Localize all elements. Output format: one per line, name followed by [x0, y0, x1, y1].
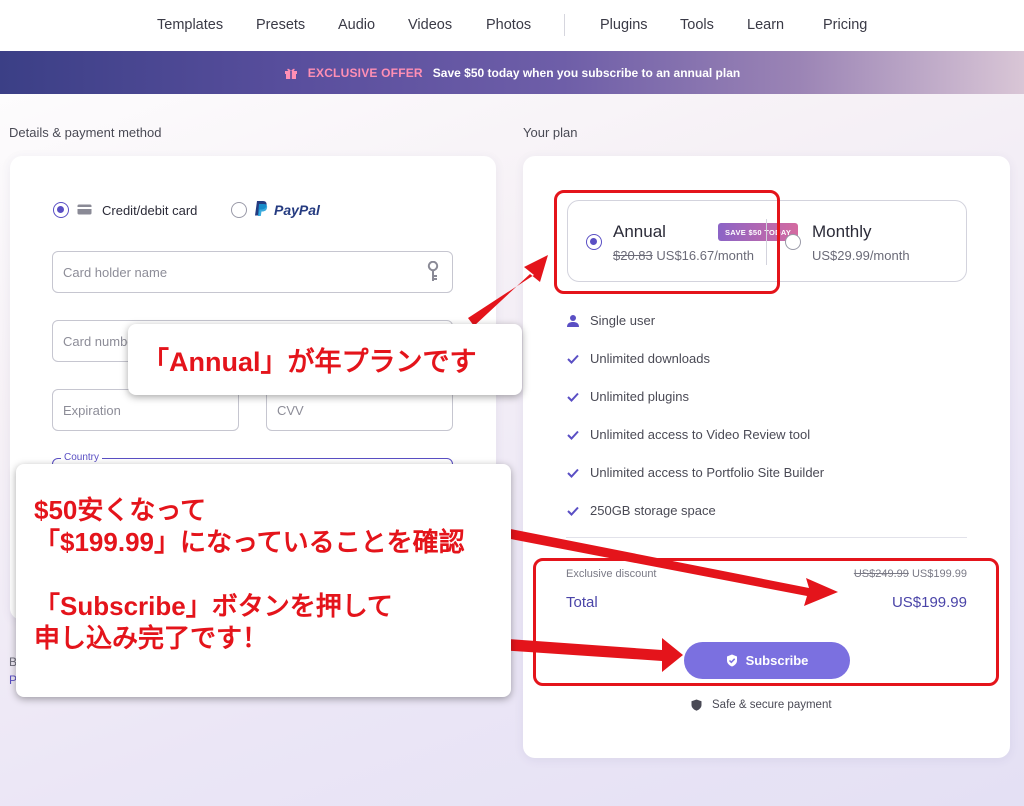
check-icon [567, 506, 579, 516]
nav-pricing[interactable]: Pricing [823, 17, 867, 33]
feature-plugins: Unlimited plugins [566, 389, 689, 404]
plan-section-title: Your plan [523, 125, 578, 140]
confirm-callout: $50安くなって 「$199.99」になっていることを確認 「Subscribe… [16, 464, 511, 697]
feature-text: 250GB storage space [590, 503, 716, 518]
user-icon [567, 314, 579, 327]
paypal-label: PayPal [274, 202, 320, 218]
offer-banner: EXCLUSIVE OFFER Save $50 today when you … [0, 51, 1024, 94]
offer-text: Save $50 today when you subscribe to an … [432, 65, 741, 80]
expiration-placeholder: Expiration [63, 402, 121, 418]
monthly-plan-label: Monthly [812, 222, 872, 241]
nav-divider [564, 14, 565, 36]
confirm-callout-line4: 申し込み完了です！ [34, 623, 269, 653]
nav-presets[interactable]: Presets [256, 17, 305, 33]
cvv-placeholder: CVV [277, 402, 304, 418]
annual-highlight-box [554, 190, 780, 294]
nav-audio[interactable]: Audio [338, 17, 375, 33]
confirm-callout-line3: 「Subscribe」ボタンを押して [34, 591, 393, 621]
annual-callout: 「Annual」が年プランです [128, 324, 522, 395]
nav-tools[interactable]: Tools [680, 17, 714, 33]
feature-single-user: Single user [566, 313, 655, 328]
cvv-input[interactable]: CVV [266, 389, 453, 431]
nav-videos[interactable]: Videos [408, 17, 452, 33]
secure-payment-text: Safe & secure payment [712, 699, 832, 711]
feature-text: Unlimited access to Portfolio Site Build… [590, 465, 825, 480]
nav-learn[interactable]: Learn [747, 17, 784, 33]
total-highlight-box [533, 558, 999, 686]
check-icon [567, 468, 579, 478]
paypal-method-radio[interactable] [231, 202, 247, 218]
feature-text: Unlimited downloads [590, 351, 710, 366]
confirm-callout-spacer [34, 558, 511, 590]
feature-portfolio: Unlimited access to Portfolio Site Build… [566, 465, 824, 480]
monthly-plan-radio[interactable] [785, 234, 801, 250]
exclusive-offer-label: EXCLUSIVE OFFER [307, 65, 423, 80]
key-icon [427, 261, 439, 281]
annual-callout-text: 「Annual」が年プランです [142, 347, 477, 377]
summary-divider [566, 537, 967, 538]
top-navigation: Templates Presets Audio Videos Photos Pl… [0, 0, 1024, 51]
feature-text: Single user [590, 313, 656, 328]
check-icon [567, 354, 579, 364]
feature-storage: 250GB storage space [566, 503, 716, 518]
secure-payment-note: Safe & secure payment [691, 699, 832, 711]
nav-photos[interactable]: Photos [486, 17, 531, 33]
payment-section-title: Details & payment method [9, 125, 162, 140]
confirm-callout-line2: 「$199.99」になっていることを確認 [34, 527, 465, 557]
feature-text: Unlimited plugins [590, 389, 689, 404]
country-label: Country [61, 452, 103, 463]
nav-plugins[interactable]: Plugins [600, 17, 648, 33]
check-icon [567, 392, 579, 402]
monthly-plan-price: US$29.99/month [812, 248, 910, 263]
feature-text: Unlimited access to Video Review tool [590, 427, 811, 442]
nav-templates[interactable]: Templates [157, 17, 223, 33]
paypal-logo-icon [255, 201, 268, 216]
expiration-input[interactable]: Expiration [52, 389, 239, 431]
confirm-callout-line1: $50安くなって [34, 495, 207, 525]
check-icon [567, 430, 579, 440]
shield-icon [691, 699, 702, 711]
card-holder-placeholder: Card holder name [63, 264, 168, 280]
feature-video-review: Unlimited access to Video Review tool [566, 427, 810, 442]
card-method-label: Credit/debit card [102, 203, 198, 218]
credit-card-icon [77, 204, 92, 215]
card-method-radio[interactable] [53, 202, 69, 218]
card-holder-input[interactable]: Card holder name [52, 251, 453, 293]
gift-icon [284, 68, 297, 79]
feature-downloads: Unlimited downloads [566, 351, 710, 366]
